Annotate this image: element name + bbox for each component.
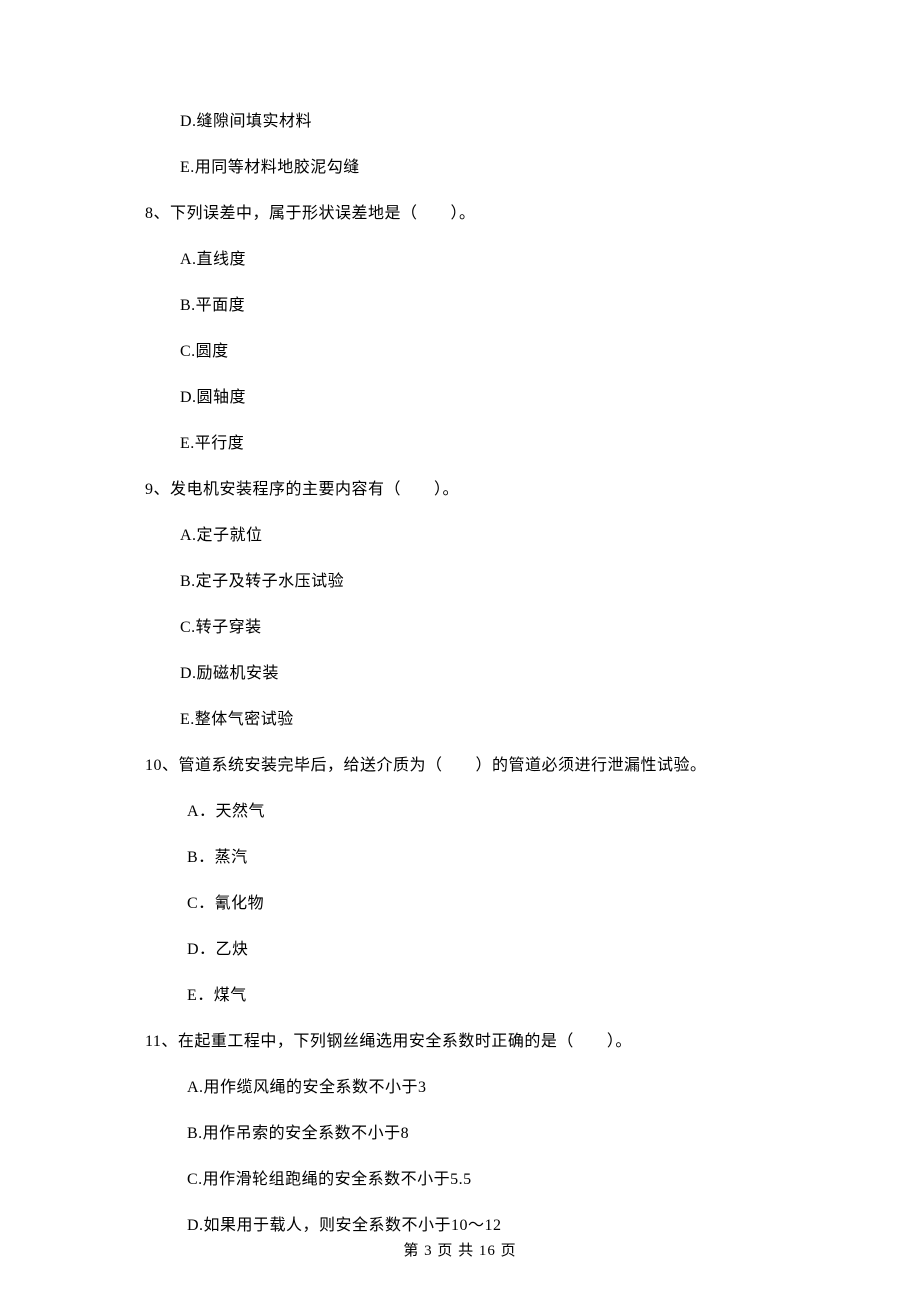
option-text: B.定子及转子水压试验 <box>145 570 775 594</box>
option-text: E.用同等材料地胶泥勾缝 <box>145 156 775 180</box>
option-text: D.缝隙间填实材料 <box>145 110 775 134</box>
option-text: A.直线度 <box>145 248 775 272</box>
option-text: C.转子穿装 <box>145 616 775 640</box>
option-text: E.平行度 <box>145 432 775 456</box>
question-11-stem: 11、在起重工程中，下列钢丝绳选用安全系数时正确的是（ ）。 <box>145 1030 775 1054</box>
question-8-stem: 8、下列误差中，属于形状误差地是（ ）。 <box>145 202 775 226</box>
option-text: B.用作吊索的安全系数不小于8 <box>145 1122 775 1146</box>
option-text: E．煤气 <box>145 984 775 1008</box>
option-text: D．乙炔 <box>145 938 775 962</box>
question-9-stem: 9、发电机安装程序的主要内容有（ ）。 <box>145 478 775 502</box>
option-text: C．氰化物 <box>145 892 775 916</box>
page-footer: 第 3 页 共 16 页 <box>0 1240 920 1263</box>
option-text: B.平面度 <box>145 294 775 318</box>
option-text: C.用作滑轮组跑绳的安全系数不小于5.5 <box>145 1168 775 1192</box>
option-text: D.励磁机安装 <box>145 662 775 686</box>
option-text: A.用作缆风绳的安全系数不小于3 <box>145 1076 775 1100</box>
option-text: A.定子就位 <box>145 524 775 548</box>
page-content: D.缝隙间填实材料 E.用同等材料地胶泥勾缝 8、下列误差中，属于形状误差地是（… <box>0 0 920 1238</box>
option-text: E.整体气密试验 <box>145 708 775 732</box>
question-10-stem: 10、管道系统安装完毕后，给送介质为（ ）的管道必须进行泄漏性试验。 <box>145 754 775 778</box>
option-text: A．天然气 <box>145 800 775 824</box>
option-text: D.圆轴度 <box>145 386 775 410</box>
option-text: C.圆度 <box>145 340 775 364</box>
option-text: D.如果用于载人，则安全系数不小于10～12 <box>145 1214 775 1238</box>
option-text: B．蒸汽 <box>145 846 775 870</box>
